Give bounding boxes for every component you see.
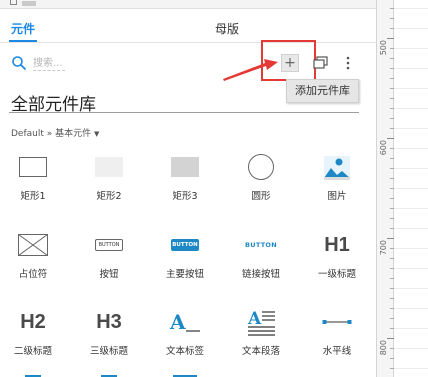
widget-text-label[interactable]: A 文本标签 <box>148 305 222 375</box>
widget-label: 矩形1 <box>20 191 46 202</box>
widget-label: 一级标题 <box>317 269 356 280</box>
widget-label: 占位符 <box>18 269 48 280</box>
library-selector[interactable]: Default » 基本元件 ▼ <box>11 126 99 139</box>
tab-divider <box>0 42 376 43</box>
widget-label: 圆形 <box>251 191 271 202</box>
widget-label: 文本段落 <box>241 346 280 357</box>
canvas-gridline <box>394 208 428 209</box>
ruler-tick-major <box>387 138 394 139</box>
rectangle-outline-icon <box>19 157 47 177</box>
widget-rectangle-2[interactable]: 矩形2 <box>72 150 146 220</box>
library-breadcrumb: Default » 基本元件 <box>11 129 92 139</box>
canvas-gridline <box>394 168 428 169</box>
canvas-gridline <box>394 248 428 249</box>
tab-masters[interactable]: 母版 <box>215 20 239 37</box>
canvas-gridline <box>394 288 428 289</box>
widget-heading-2[interactable]: H2 二级标题 <box>0 305 70 375</box>
widget-label: 图片 <box>327 191 347 202</box>
tab-components[interactable]: 元件 <box>11 20 35 37</box>
top-bar <box>0 0 376 9</box>
ruler-tick-major <box>387 38 394 39</box>
link-button-icon: BUTTON <box>244 241 277 249</box>
button-icon: BUTTON <box>95 239 123 251</box>
more-options-icon[interactable] <box>344 56 352 70</box>
ruler-label: 600 <box>379 140 388 156</box>
horizontal-line-icon <box>322 320 352 324</box>
ruler-label: 700 <box>379 240 388 256</box>
heading1-icon: H1 <box>324 233 350 256</box>
rectangle-gray-icon <box>171 157 199 177</box>
canvas-gridline <box>394 28 428 29</box>
canvas-gridline <box>394 328 428 329</box>
widget-label: 矩形3 <box>172 191 198 202</box>
widget-label: 文本标签 <box>165 346 204 357</box>
circle-icon <box>248 154 274 180</box>
text-label-glyph: A <box>169 310 186 334</box>
widget-rectangle-1[interactable]: 矩形1 <box>0 150 70 220</box>
placeholder-icon <box>18 234 48 256</box>
vertical-ruler: 500 600 700 800 <box>376 0 394 377</box>
search-underline <box>33 70 65 71</box>
canvas-gridline <box>394 48 428 49</box>
widget-text-paragraph[interactable]: A 文本段落 <box>224 305 298 375</box>
widget-button[interactable]: BUTTON 按钮 <box>72 228 146 298</box>
add-library-button[interactable]: + <box>281 54 299 72</box>
canvas-gridline <box>394 268 428 269</box>
widget-label: 二级标题 <box>13 346 52 357</box>
rectangle-light-icon <box>95 157 123 177</box>
canvas-gridline <box>394 368 428 369</box>
canvas-gridline <box>394 108 428 109</box>
ruler-label: 800 <box>379 340 388 356</box>
top-bar-marker <box>10 0 17 5</box>
design-canvas[interactable] <box>394 0 428 377</box>
canvas-gridline <box>394 228 428 229</box>
widget-circle[interactable]: 圆形 <box>224 150 298 220</box>
widget-horizontal-line[interactable]: 水平线 <box>300 305 374 375</box>
canvas-gridline <box>394 68 428 69</box>
text-paragraph-glyph: A <box>247 309 262 329</box>
text-label-icon: A <box>169 310 200 334</box>
widget-link-button[interactable]: BUTTON 链接按钮 <box>224 228 298 298</box>
canvas-gridline <box>394 128 428 129</box>
widget-label: 按钮 <box>99 269 119 280</box>
chevron-down-icon: ▼ <box>94 130 100 138</box>
text-paragraph-icon: A <box>247 309 275 336</box>
heading2-icon: H2 <box>20 310 46 333</box>
widget-label: 链接按钮 <box>241 269 280 280</box>
top-bar-stub <box>22 1 36 6</box>
image-icon <box>323 153 351 181</box>
canvas-gridline <box>394 148 428 149</box>
widget-heading-3[interactable]: H3 三级标题 <box>72 305 146 375</box>
canvas-gridline <box>394 8 428 9</box>
primary-button-icon: BUTTON <box>171 239 199 251</box>
library-title-underline <box>9 112 359 113</box>
canvas-gridline <box>394 88 428 89</box>
widget-label: 主要按钮 <box>165 269 204 280</box>
widget-rectangle-3[interactable]: 矩形3 <box>148 150 222 220</box>
add-library-tooltip: 添加元件库 <box>286 79 359 103</box>
copy-icon[interactable] <box>313 56 329 70</box>
widget-label: 水平线 <box>322 346 352 357</box>
widget-image[interactable]: 图片 <box>300 150 374 220</box>
canvas-gridline <box>394 308 428 309</box>
widget-placeholder[interactable]: 占位符 <box>0 228 70 298</box>
widget-primary-button[interactable]: BUTTON 主要按钮 <box>148 228 222 298</box>
search-icon[interactable] <box>11 55 27 71</box>
ruler-tick-major <box>387 238 394 239</box>
ruler-tick-major <box>387 338 394 339</box>
widget-label: 三级标题 <box>89 346 128 357</box>
widget-library-panel: 元件 母版 + 添加元件库 全部元件库 Default » 基本元件 ▼ 矩形1 <box>0 0 428 377</box>
widget-label: 矩形2 <box>96 191 122 202</box>
ruler-label: 500 <box>379 40 388 56</box>
canvas-gridline <box>394 188 428 189</box>
heading3-icon: H3 <box>96 310 122 333</box>
widget-heading-1[interactable]: H1 一级标题 <box>300 228 374 298</box>
canvas-gridline <box>394 348 428 349</box>
